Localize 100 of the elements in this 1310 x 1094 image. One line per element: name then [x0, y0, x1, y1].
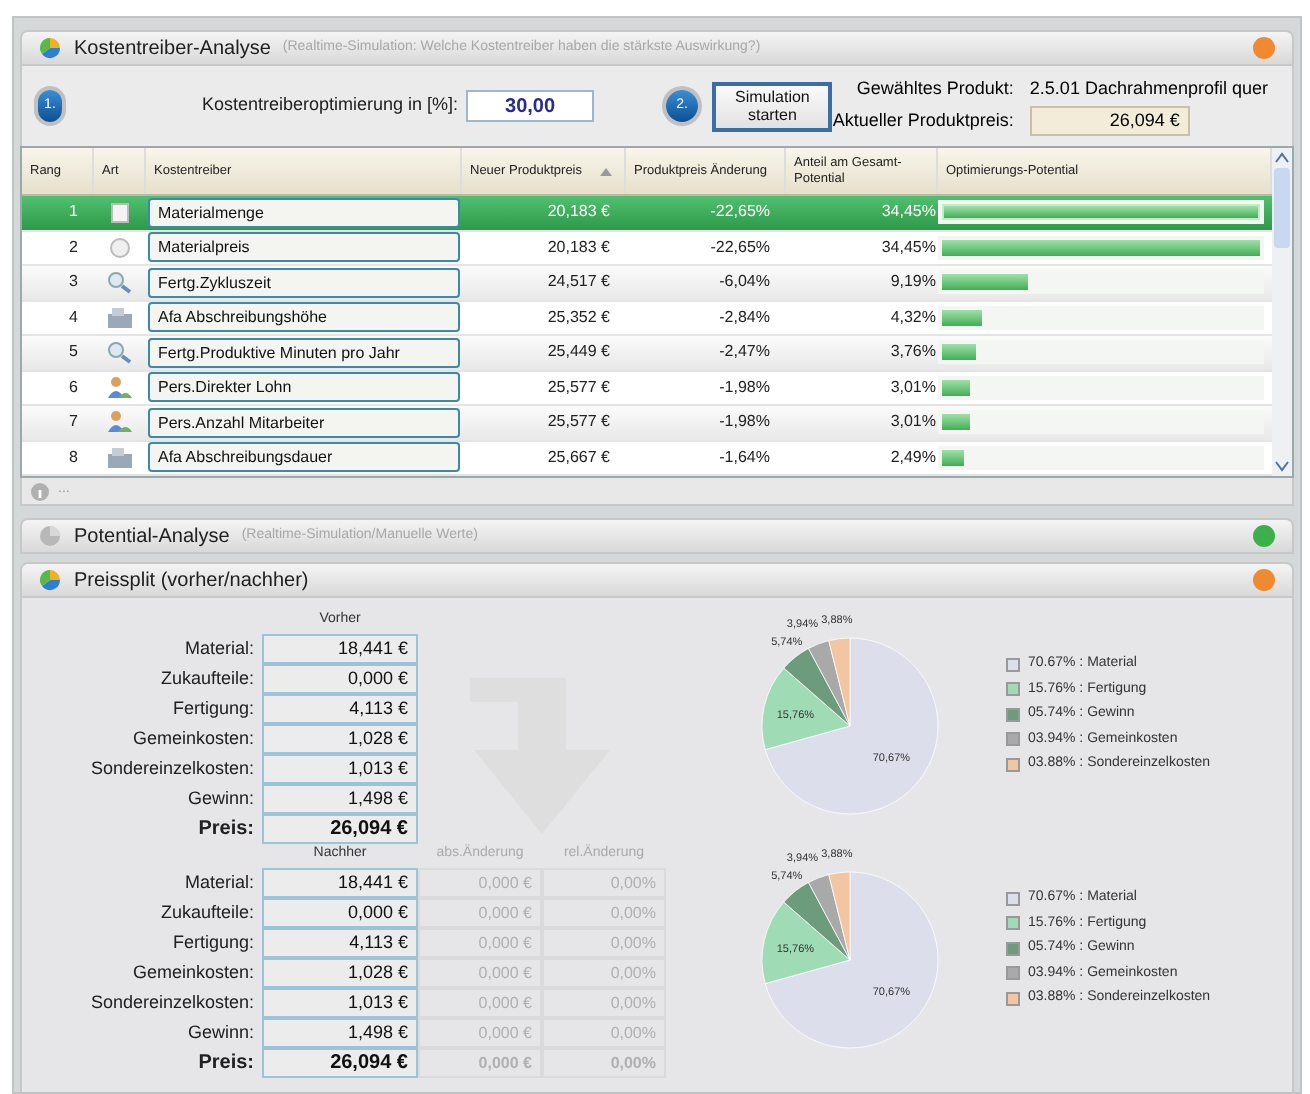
cost-driver-field[interactable]: Materialmenge: [148, 197, 460, 228]
row-label: Material:: [184, 869, 254, 896]
table-cell-text: -2,84%: [717, 305, 772, 330]
rank-cell-text: 6: [67, 375, 80, 400]
change-field: 0,00%: [542, 1048, 666, 1078]
row-label: Gemeinkosten:: [132, 725, 254, 752]
value-field: 1,013 €: [262, 988, 418, 1018]
magnifier-icon: [106, 340, 134, 365]
table-cell-text: 4,32%: [888, 305, 938, 330]
pie-chart-icon: [38, 524, 62, 548]
value-field: 18,441 €: [262, 634, 418, 664]
table-cell-text: -2,47%: [717, 340, 772, 365]
box-icon: [108, 200, 132, 225]
machine-icon: [106, 445, 134, 470]
rank-cell-text: 4: [67, 305, 80, 330]
table-row[interactable]: 3 Fertg.Zykluszeit 24,517 € -6,04% 9,19%: [22, 266, 1272, 301]
value-field: 0,000 €: [262, 664, 418, 694]
table-cell-text: 9,19%: [888, 270, 938, 295]
rank-cell-text: 5: [67, 340, 80, 365]
table-cell-text: 3,01%: [888, 375, 938, 400]
row-label: Fertigung:: [172, 929, 254, 956]
cost-driver-field[interactable]: Materialpreis: [148, 232, 460, 263]
magnifier-icon: [106, 270, 134, 295]
table-row[interactable]: 1 Materialmenge 20,183 € -22,65% 34,45%: [22, 196, 1272, 231]
panel-title: Potential-Analyse: [74, 523, 230, 551]
value-field: 4,113 €: [262, 928, 418, 958]
row-label: Zukaufteile:: [160, 899, 254, 926]
cost-driver-field[interactable]: Pers.Direkter Lohn: [148, 372, 460, 403]
change-field: 0,000 €: [418, 928, 542, 958]
change-field: 0,00%: [542, 898, 666, 928]
people-icon: [106, 410, 134, 435]
change-field: 0,000 €: [418, 958, 542, 988]
rank-cell-text: 7: [67, 410, 80, 435]
table-row[interactable]: 4 Afa Abschreibungshöhe 25,352 € -2,84% 4,32%: [22, 301, 1272, 336]
coin-icon: [108, 235, 132, 260]
value-field: 18,441 €: [262, 868, 418, 898]
table-cell-text: 34,45%: [879, 235, 938, 260]
value-field: 26,094 €: [262, 814, 418, 844]
table-cell-text: -22,65%: [708, 200, 772, 225]
rank-cell-text: 8: [67, 445, 80, 470]
table-cell-text: 25,577 €: [545, 375, 612, 400]
table-cell-text: -1,98%: [717, 375, 772, 400]
change-field: 0,000 €: [418, 988, 542, 1018]
panel-title: Preissplit (vorher/nachher): [74, 567, 309, 595]
change-field: 0,00%: [542, 928, 666, 958]
row-label: Gemeinkosten:: [132, 959, 254, 986]
change-field: 0,00%: [542, 868, 666, 898]
row-label: Sondereinzelkosten:: [90, 989, 254, 1016]
row-label: Gewinn:: [187, 785, 254, 812]
value-field: 4,113 €: [262, 694, 418, 724]
change-field: 0,00%: [542, 988, 666, 1018]
value-field: 1,028 €: [262, 724, 418, 754]
table-cell-text: 34,45%: [879, 200, 938, 225]
scrollbar[interactable]: [1272, 148, 1292, 476]
panel-header[interactable]: Preissplit (vorher/nachher): [20, 562, 1294, 598]
change-field: 0,00%: [542, 958, 666, 988]
table-row[interactable]: 5 Fertg.Produktive Minuten pro Jahr 25,449 € -2,47% 3,76%: [22, 336, 1272, 371]
table-row[interactable]: 8 Afa Abschreibungsdauer 25,667 € -1,64% 2,49%: [22, 441, 1272, 476]
field-label: Gewähltes Produkt:: [854, 75, 1014, 102]
machine-icon: [106, 305, 134, 330]
value-field: 1,498 €: [262, 784, 418, 814]
row-label: Material:: [184, 635, 254, 662]
table-row[interactable]: 2 Materialpreis 20,183 € -22,65% 34,45%: [22, 231, 1272, 266]
pie-chart-icon: [38, 568, 62, 592]
row-label: Preis:: [198, 1050, 254, 1078]
cost-driver-field[interactable]: Fertg.Zykluszeit: [148, 267, 460, 298]
table-cell-text: 20,183 €: [545, 200, 612, 225]
percent-field[interactable]: 30,00: [466, 90, 595, 122]
change-field: 0,000 €: [418, 1018, 542, 1048]
rank-cell-text: 2: [67, 235, 80, 260]
table-cell-text: 25,577 €: [545, 410, 612, 435]
rank-cell-text: 1: [67, 200, 80, 225]
change-field: 0,000 €: [418, 868, 542, 898]
row-label: Fertigung:: [172, 695, 254, 722]
table-row[interactable]: 7 Pers.Anzahl Mitarbeiter 25,577 € -1,98% 3,01%: [22, 406, 1272, 441]
table-cell-text: 20,183 €: [545, 235, 612, 260]
cost-driver-field[interactable]: Afa Abschreibungsdauer: [148, 442, 460, 473]
cost-driver-field[interactable]: Afa Abschreibungshöhe: [148, 302, 460, 333]
change-field: 0,000 €: [418, 898, 542, 928]
table-cell-text: -1,98%: [717, 410, 772, 435]
table-cell-text: 3,76%: [888, 340, 938, 365]
cost-driver-field[interactable]: Pers.Anzahl Mitarbeiter: [148, 407, 460, 438]
field-label: Kostentreiberoptimierung in [%]:: [201, 92, 459, 119]
sort-icon: [600, 168, 612, 176]
row-label: Sondereinzelkosten:: [90, 755, 254, 782]
info-icon: [30, 481, 50, 501]
field-label: Aktueller Produktpreis:: [832, 108, 1014, 134]
row-label: Zukaufteile:: [160, 665, 254, 692]
value-field: 1,498 €: [262, 1018, 418, 1048]
panel-title: Kostentreiber-Analyse: [74, 35, 271, 63]
row-label: Gewinn:: [187, 1019, 254, 1046]
table-row[interactable]: 6 Pers.Direkter Lohn 25,577 € -1,98% 3,01%: [22, 371, 1272, 406]
table-cell-text: 25,667 €: [545, 445, 612, 470]
cost-driver-field[interactable]: Fertg.Produktive Minuten pro Jahr: [148, 337, 460, 368]
price-field: 26,094 €: [1029, 106, 1190, 137]
simulation-button[interactable]: Simulation starten: [712, 81, 833, 131]
change-field: 0,00%: [542, 1018, 666, 1048]
value-field: 26,094 €: [262, 1048, 418, 1078]
pie-chart-icon: [38, 36, 62, 60]
change-field: 0,000 €: [418, 1048, 542, 1078]
